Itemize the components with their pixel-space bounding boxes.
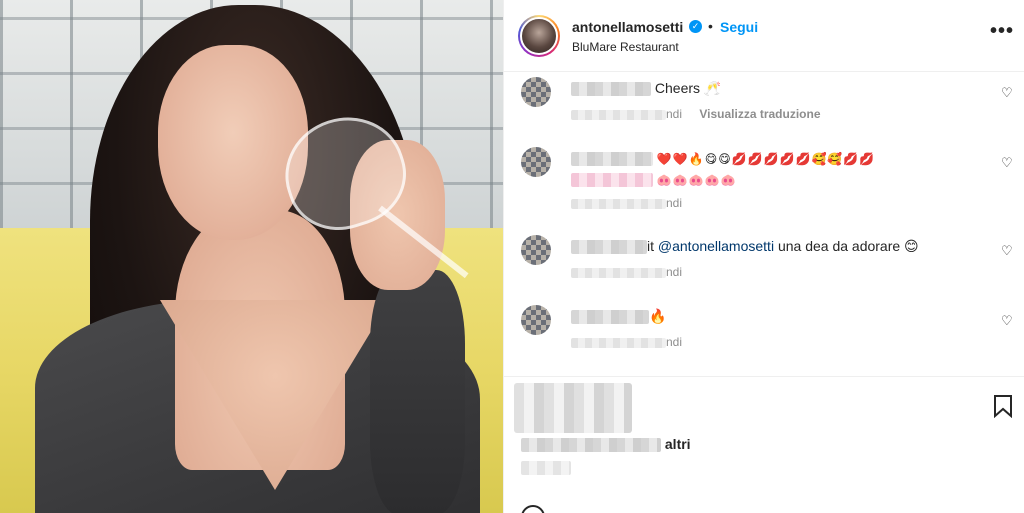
comments-list: Cheers 🥂 ndi Visualizza traduzione ♡ ❤️❤… (504, 73, 1024, 376)
bookmark-icon[interactable] (993, 394, 1013, 418)
header-separator: • (708, 18, 713, 34)
blurred-post-date (521, 461, 571, 475)
emoji-icon[interactable] (521, 505, 545, 513)
comment-meta: ndi (571, 196, 682, 210)
post-view: antonellamosetti ✓ • Segui BluMare Resta… (0, 0, 1024, 513)
post-photo[interactable] (0, 0, 503, 513)
blurred-meta (571, 109, 666, 120)
like-comment-heart-icon[interactable]: ♡ (1001, 314, 1015, 328)
comment-emojis: ❤️❤️🔥😋😋💋💋💋💋💋🥰🥰💋💋 (656, 152, 876, 166)
comment-meta: ndi Visualizza traduzione (571, 107, 821, 121)
comment-body: it @antonellamosetti una dea da adorare … (571, 237, 919, 255)
blurred-username[interactable] (571, 310, 649, 325)
comment-meta: ndi (571, 265, 682, 279)
blurred-text (571, 173, 653, 188)
comment-avatar[interactable] (521, 305, 551, 335)
blurred-username[interactable] (571, 82, 651, 97)
comment-avatar[interactable] (521, 77, 551, 107)
blurred-action-icons[interactable] (514, 383, 632, 433)
photo-face (158, 45, 308, 240)
comment-avatar[interactable] (521, 235, 551, 265)
comment-meta-suffix: ndi (666, 107, 683, 121)
comment-emojis-line2: 🐽🐽🐽🐽🐽 (656, 173, 737, 187)
blurred-likers (521, 438, 661, 453)
blurred-meta (571, 337, 666, 348)
verified-badge-icon: ✓ (689, 20, 702, 33)
blurred-username[interactable] (571, 152, 653, 167)
post-side-panel: antonellamosetti ✓ • Segui BluMare Resta… (503, 0, 1024, 513)
comment-text: Cheers 🥂 (654, 80, 722, 96)
blurred-meta (571, 198, 666, 209)
comment-meta: ndi (571, 335, 682, 349)
see-translation-button[interactable]: Visualizza traduzione (699, 107, 820, 121)
like-comment-heart-icon[interactable]: ♡ (1001, 244, 1015, 258)
comment-avatar[interactable] (521, 147, 551, 177)
comment-text: una dea da adorare 😊 (774, 238, 919, 254)
likes-others-label: altri (664, 436, 691, 452)
post-actions: altri (504, 376, 1024, 513)
comment-body: 🔥 (571, 307, 666, 325)
comment-body: ❤️❤️🔥😋😋💋💋💋💋💋🥰🥰💋💋 (571, 149, 875, 168)
like-comment-heart-icon[interactable]: ♡ (1001, 156, 1015, 170)
post-header: antonellamosetti ✓ • Segui BluMare Resta… (504, 0, 1024, 72)
more-options-icon[interactable]: ••• (990, 20, 1014, 43)
comment-meta-suffix: ndi (666, 335, 683, 349)
comment-text: 🔥 (649, 308, 667, 324)
follow-button[interactable]: Segui (720, 19, 758, 35)
comment-body: Cheers 🥂 (571, 79, 721, 97)
username-link[interactable]: antonellamosetti (572, 19, 683, 35)
comment-name-suffix: it (647, 238, 654, 254)
profile-avatar[interactable] (518, 15, 560, 57)
likes-summary[interactable]: altri (521, 436, 691, 453)
mention-link[interactable]: @antonellamosetti (658, 238, 774, 254)
comment-meta-suffix: ndi (666, 196, 683, 210)
comment-body-line2: 🐽🐽🐽🐽🐽 (571, 170, 737, 189)
blurred-username[interactable] (571, 240, 647, 255)
comment-meta-suffix: ndi (666, 265, 683, 279)
location-link[interactable]: BluMare Restaurant (572, 40, 679, 54)
photo-arm (370, 270, 465, 513)
like-comment-heart-icon[interactable]: ♡ (1001, 86, 1015, 100)
blurred-meta (571, 267, 666, 278)
avatar-image (520, 17, 558, 55)
